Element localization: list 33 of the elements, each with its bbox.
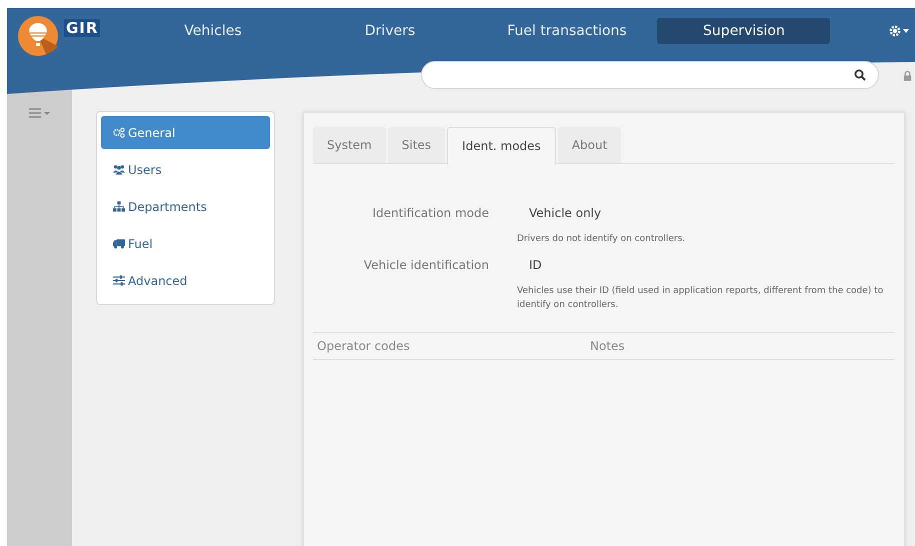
- nav-link[interactable]: Drivers: [303, 18, 476, 44]
- org-chart-icon: [113, 201, 125, 212]
- menu-item[interactable]: Fuel: [101, 227, 270, 260]
- nav-link[interactable]: Supervision: [657, 18, 830, 44]
- tab[interactable]: About: [558, 127, 622, 163]
- logo-text: GIR: [64, 19, 100, 37]
- menu-item[interactable]: Advanced: [101, 264, 270, 297]
- search-field[interactable]: [421, 61, 879, 89]
- column-header: Notes: [590, 339, 625, 353]
- field-note: Drivers do not identify on controllers.: [517, 233, 686, 246]
- field-label: Identification mode: [371, 206, 489, 220]
- truck-icon: [113, 238, 125, 249]
- tab[interactable]: Ident. modes: [447, 127, 556, 165]
- field-label: Vehicle identification: [362, 258, 489, 272]
- nav-link[interactable]: Vehicles: [126, 18, 300, 44]
- tab[interactable]: Sites: [388, 127, 446, 163]
- gears-icon: [113, 127, 125, 138]
- field-value: Vehicle only: [529, 206, 602, 220]
- menu-item[interactable]: Departments: [101, 190, 270, 223]
- menu-item[interactable]: Users: [101, 153, 270, 186]
- tab[interactable]: System: [313, 127, 386, 163]
- menu-icon[interactable]: [28, 108, 50, 118]
- column-header: Operator codes: [317, 339, 411, 353]
- users-icon: [113, 164, 125, 175]
- search-icon[interactable]: [854, 69, 866, 81]
- settings-icon[interactable]: [889, 25, 909, 37]
- lock-icon[interactable]: [903, 70, 912, 80]
- nav-link[interactable]: Fuel transactions: [480, 18, 654, 44]
- field-value: ID: [529, 258, 542, 272]
- balloon-logo-icon: [18, 16, 58, 56]
- menu-item[interactable]: General: [101, 116, 270, 149]
- sliders-icon: [113, 275, 125, 286]
- field-note: Vehicles use their ID (field used in application reports, different from the code) to identify on controllers.: [517, 285, 884, 312]
